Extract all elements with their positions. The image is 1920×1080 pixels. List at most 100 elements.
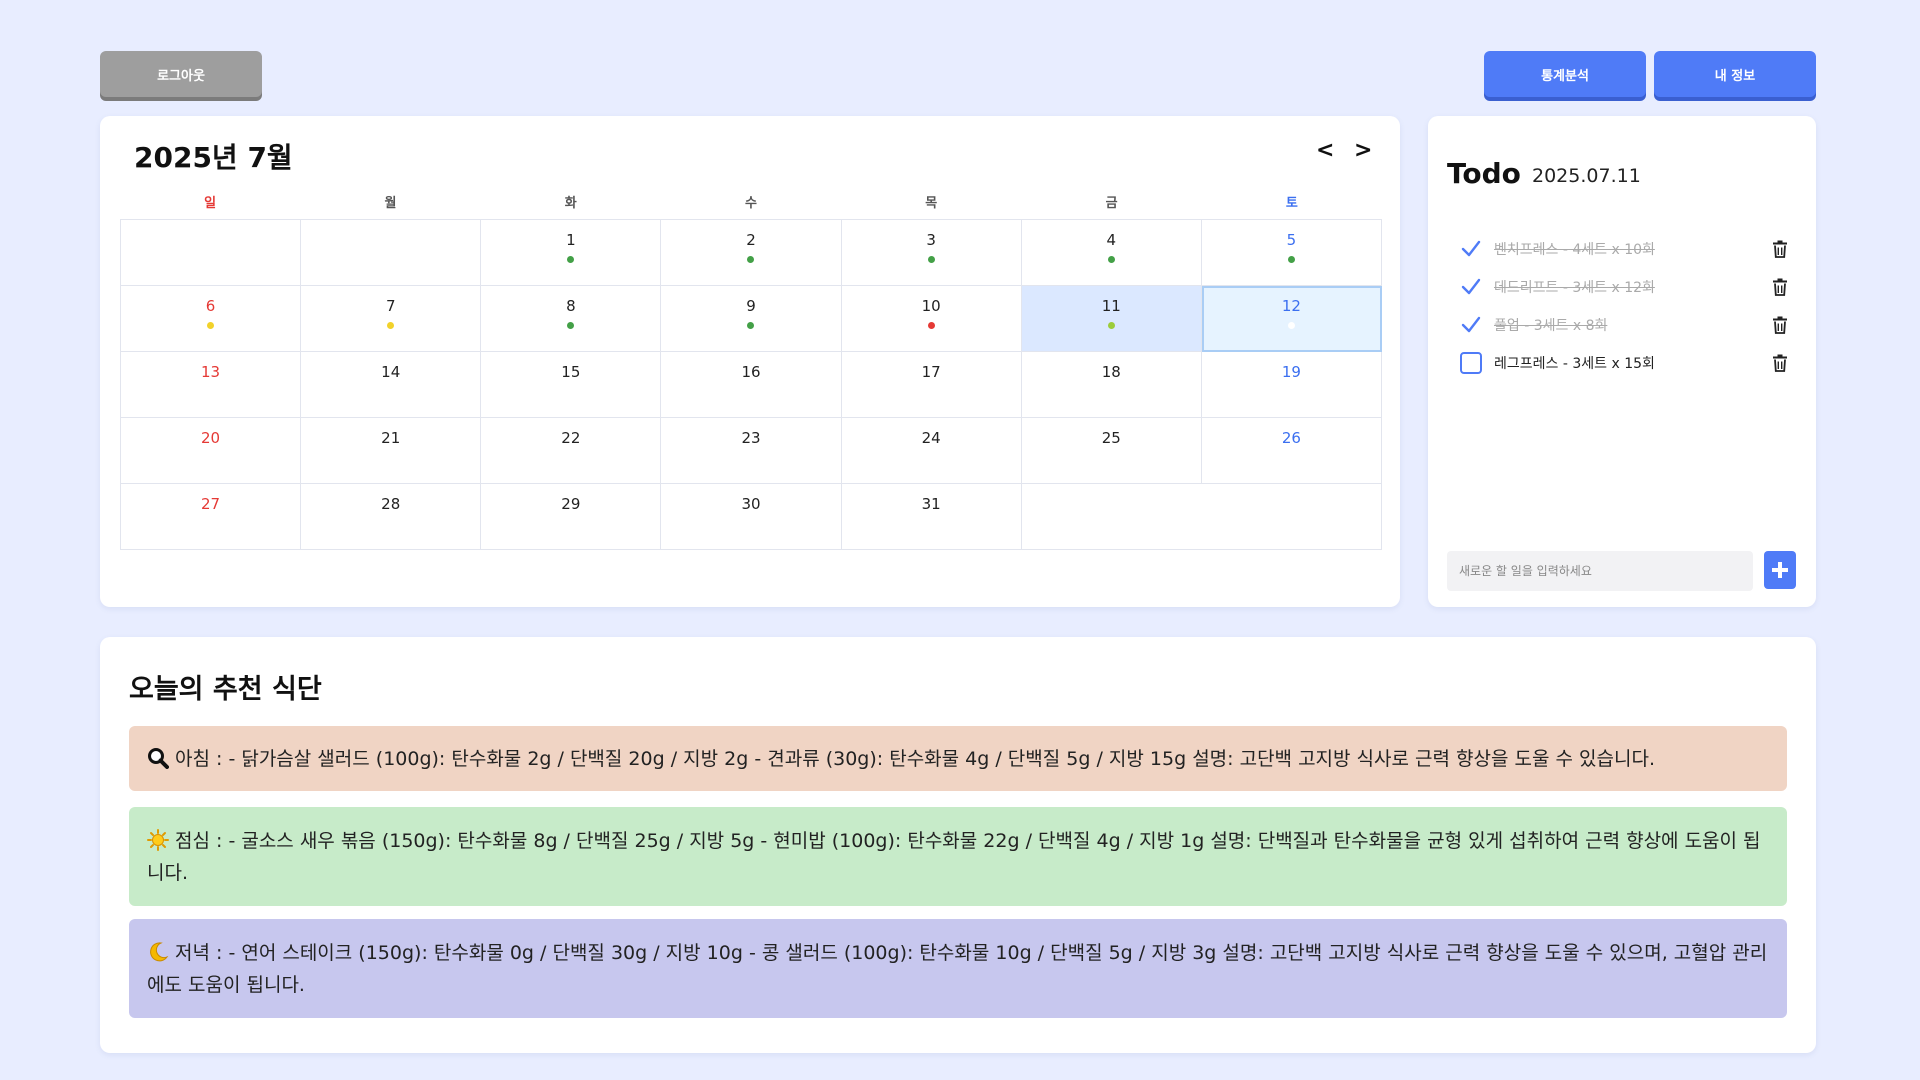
calendar-grid: 1 2 3 4 5 6 7 8 9 10 11 12 13 14 15 16 17 18 19 20 21 22 23 24 2…	[120, 219, 1382, 550]
stats-button[interactable]: 통계분석	[1484, 51, 1646, 97]
todo-item-text[interactable]: 레그프레스 - 3세트 x 15회	[1494, 353, 1655, 373]
weekday-fri: 금	[1105, 196, 1118, 211]
calendar-status-dot	[567, 256, 575, 263]
trash-icon[interactable]	[1770, 315, 1790, 335]
calendar-day-8[interactable]: 8	[481, 286, 662, 352]
new-todo-input[interactable]	[1447, 551, 1753, 591]
moon-icon	[150, 941, 169, 961]
calendar-day-10[interactable]: 10	[841, 286, 1022, 352]
calendar-day-number: 13	[201, 363, 221, 381]
calendar-empty-cell	[121, 220, 302, 286]
calendar-day-11[interactable]: 11	[1021, 286, 1202, 352]
weekday-sun: 일	[204, 196, 217, 211]
calendar-day-number: 9	[746, 297, 756, 315]
calendar-status-dot	[1107, 322, 1115, 329]
calendar-day-5[interactable]: 5	[1201, 220, 1382, 286]
calendar-day-23[interactable]: 23	[661, 418, 842, 484]
trash-icon[interactable]	[1770, 239, 1790, 259]
meal-dinner: 저녁 : - 연어 스테이크 (150g): 탄수화물 0g / 단백질 30g…	[129, 919, 1787, 1018]
calendar-day-1[interactable]: 1	[481, 220, 662, 286]
trash-icon[interactable]	[1770, 353, 1790, 373]
calendar-empty-cell	[1021, 484, 1382, 550]
calendar-day-number: 1	[566, 231, 576, 249]
calendar-day-14[interactable]: 14	[301, 352, 482, 418]
calendar-status-dot	[1287, 256, 1295, 263]
calendar-card: 2025년 7월 < > 일 월 화 수 목 금 토 1 2 3 4 5 6 7 8 9 10 11…	[100, 116, 1400, 607]
calendar-day-25[interactable]: 25	[1021, 418, 1202, 484]
checkmark-icon[interactable]	[1460, 276, 1482, 298]
todo-item-text[interactable]: 풀업 - 3세트 x 8회	[1494, 315, 1607, 335]
calendar-day-19[interactable]: 19	[1201, 352, 1382, 418]
checkmark-icon[interactable]	[1460, 314, 1482, 336]
calendar-day-7[interactable]: 7	[301, 286, 482, 352]
calendar-day-number: 17	[921, 363, 941, 381]
calendar-day-13[interactable]: 13	[121, 352, 302, 418]
calendar-day-number: 31	[921, 495, 941, 513]
weekday-wed: 수	[745, 196, 757, 211]
calendar-day-17[interactable]: 17	[841, 352, 1022, 418]
calendar-day-24[interactable]: 24	[841, 418, 1022, 484]
calendar-day-22[interactable]: 22	[481, 418, 662, 484]
calendar-day-29[interactable]: 29	[481, 484, 662, 550]
next-month-button[interactable]: >	[1354, 138, 1372, 163]
calendar-status-dot	[207, 322, 215, 329]
calendar-day-number: 2	[746, 231, 756, 249]
weekday-sat: 토	[1285, 196, 1298, 211]
calendar-day-21[interactable]: 21	[301, 418, 482, 484]
calendar-empty-cell	[301, 220, 482, 286]
calendar-day-number: 14	[381, 363, 401, 381]
logout-button[interactable]: 로그아웃	[100, 51, 262, 97]
calendar-day-9[interactable]: 9	[661, 286, 842, 352]
my-info-button[interactable]: 내 정보	[1654, 51, 1816, 97]
todo-item-text[interactable]: 벤치프레스 - 4세트 x 10회	[1494, 239, 1655, 259]
todo-item-text[interactable]: 데드리프트 - 3세트 x 12회	[1494, 277, 1655, 297]
todo-item: 레그프레스 - 3세트 x 15회	[1460, 344, 1790, 382]
calendar-day-number: 22	[561, 429, 581, 447]
calendar-day-number: 19	[1281, 363, 1301, 381]
calendar-day-15[interactable]: 15	[481, 352, 662, 418]
calendar-day-26[interactable]: 26	[1201, 418, 1382, 484]
checkbox[interactable]	[1460, 352, 1482, 374]
calendar-day-number: 23	[741, 429, 761, 447]
calendar-day-number: 5	[1286, 231, 1297, 249]
calendar-day-number: 21	[381, 429, 401, 447]
calendar-day-number: 20	[201, 429, 221, 447]
meal-lunch: 점심 : - 굴소스 새우 볶음 (150g): 탄수화물 8g / 단백질 2…	[129, 807, 1787, 906]
todo-title: Todo	[1447, 157, 1521, 190]
calendar-day-18[interactable]: 18	[1021, 352, 1202, 418]
meal-breakfast-text: 아침 : - 닭가슴살 샐러드 (100g): 탄수화물 2g / 단백질 20…	[175, 747, 1655, 770]
weekday-header: 일 월 화 수 목 금 토	[120, 192, 1382, 211]
calendar-day-number: 3	[926, 231, 936, 249]
meal-dinner-text: 저녁 : - 연어 스테이크 (150g): 탄수화물 0g / 단백질 30g…	[147, 941, 1768, 996]
calendar-day-28[interactable]: 28	[301, 484, 482, 550]
trash-icon[interactable]	[1770, 277, 1790, 297]
calendar-day-number: 18	[1101, 363, 1121, 381]
calendar-day-number: 25	[1101, 429, 1121, 447]
calendar-day-27[interactable]: 27	[121, 484, 302, 550]
sun-icon	[147, 828, 169, 851]
calendar-day-2[interactable]: 2	[661, 220, 842, 286]
todo-item: 데드리프트 - 3세트 x 12회	[1460, 268, 1790, 306]
calendar-day-30[interactable]: 30	[661, 484, 842, 550]
calendar-day-16[interactable]: 16	[661, 352, 842, 418]
calendar-day-number: 6	[205, 297, 216, 315]
todo-item: 풀업 - 3세트 x 8회	[1460, 306, 1790, 344]
calendar-day-3[interactable]: 3	[841, 220, 1022, 286]
todo-item: 벤치프레스 - 4세트 x 10회	[1460, 230, 1790, 268]
calendar-day-number: 4	[1106, 231, 1117, 249]
calendar-day-4[interactable]: 4	[1021, 220, 1202, 286]
prev-month-button[interactable]: <	[1316, 138, 1334, 163]
meal-breakfast: 아침 : - 닭가슴살 샐러드 (100g): 탄수화물 2g / 단백질 20…	[129, 726, 1787, 791]
calendar-day-20[interactable]: 20	[121, 418, 302, 484]
calendar-day-number: 26	[1281, 429, 1301, 447]
calendar-day-12[interactable]: 12	[1201, 286, 1382, 352]
calendar-day-31[interactable]: 31	[841, 484, 1022, 550]
calendar-day-number: 15	[561, 363, 581, 381]
checkmark-icon[interactable]	[1460, 238, 1482, 260]
add-todo-button[interactable]	[1764, 551, 1796, 589]
calendar-day-number: 30	[741, 495, 761, 513]
calendar-day-6[interactable]: 6	[121, 286, 302, 352]
todo-list: 벤치프레스 - 4세트 x 10회데드리프트 - 3세트 x 12회풀업 - 3…	[1460, 230, 1790, 382]
meal-card: 오늘의 추천 식단 아침 : - 닭가슴살 샐러드 (100g): 탄수화물 2…	[100, 637, 1816, 1053]
calendar-status-dot	[567, 322, 575, 329]
